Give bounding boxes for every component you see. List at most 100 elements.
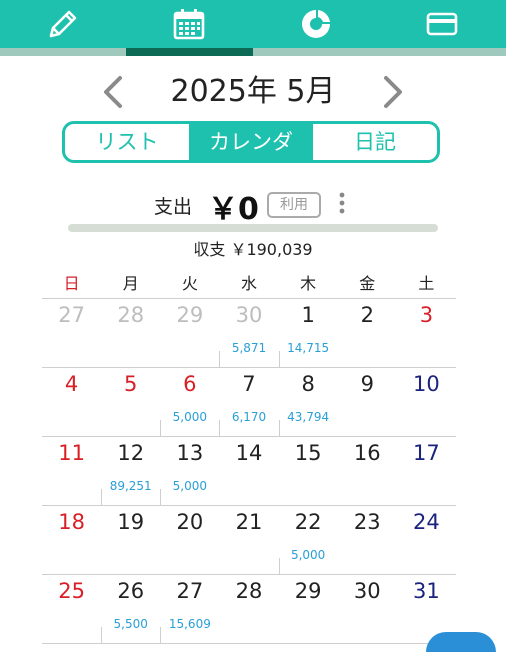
calendar-week: 25 26 5,500 27 15,609 28 29 30 31 xyxy=(42,575,456,644)
day-number: 18 xyxy=(58,510,85,534)
calendar-day-cell[interactable]: 13 5,000 xyxy=(160,437,219,505)
day-number: 31 xyxy=(413,579,440,603)
calendar-day-cell[interactable]: 22 5,000 xyxy=(278,506,338,574)
day-number: 11 xyxy=(58,441,85,465)
day-number: 3 xyxy=(419,303,434,327)
calendar-day-cell[interactable]: 2 xyxy=(338,299,397,367)
weekday-fri: 金 xyxy=(359,274,376,293)
day-number: 29 xyxy=(176,303,204,327)
calendar-week: 27 28 29 30 5,871 1 14,715 2 3 xyxy=(42,299,456,368)
day-number: 25 xyxy=(58,579,85,603)
calendar-day-cell[interactable]: 5 xyxy=(101,368,160,436)
day-number: 12 xyxy=(117,441,145,465)
weekday-sun: 日 xyxy=(63,274,80,293)
active-tab-indicator xyxy=(126,48,253,56)
day-amount: 5,000 xyxy=(172,410,208,424)
day-number: 24 xyxy=(413,510,440,534)
weekday-tue: 火 xyxy=(181,274,198,293)
day-number: 5 xyxy=(124,372,138,396)
day-amount: 6,170 xyxy=(231,410,267,424)
day-number: 28 xyxy=(117,303,145,327)
floating-action-button[interactable] xyxy=(426,632,496,652)
day-number: 1 xyxy=(301,303,315,327)
calendar-day-cell[interactable]: 19 xyxy=(101,506,160,574)
day-number: 22 xyxy=(294,510,322,534)
pencil-icon[interactable] xyxy=(43,4,83,44)
calendar-day-cell[interactable]: 29 xyxy=(160,299,219,367)
use-badge[interactable]: 利用 xyxy=(267,192,321,218)
calendar-day-cell[interactable]: 8 43,794 xyxy=(278,368,338,436)
day-amount: 43,794 xyxy=(287,410,330,424)
day-amount: 5,871 xyxy=(231,341,267,355)
calendar-day-cell[interactable]: 15 xyxy=(279,437,338,505)
day-number: 4 xyxy=(64,372,79,396)
day-number: 7 xyxy=(242,372,256,396)
calendar-day-cell[interactable]: 12 89,251 xyxy=(101,437,160,505)
day-number: 15 xyxy=(294,441,322,465)
pie-chart-icon[interactable] xyxy=(296,4,336,44)
weekday-mon: 月 xyxy=(122,274,139,293)
tab-calendar[interactable]: カレンダ xyxy=(189,124,313,160)
calendar-day-cell[interactable]: 17 xyxy=(397,437,456,505)
month-label: 2025年 5月 xyxy=(170,74,336,109)
day-number: 23 xyxy=(353,510,381,534)
weekday-header: 日 月 火 水 木 金 土 xyxy=(42,270,456,299)
card-icon[interactable] xyxy=(422,4,462,44)
calendar-day-cell[interactable]: 11 xyxy=(42,437,101,505)
day-number: 30 xyxy=(353,579,381,603)
balance-text: 収支 ￥190,039 xyxy=(193,240,313,259)
calendar-week: 18 19 20 21 22 5,000 23 24 xyxy=(42,506,456,575)
day-number: 8 xyxy=(301,372,315,396)
calendar-day-cell[interactable]: 1 14,715 xyxy=(278,299,338,367)
calendar-day-cell[interactable]: 27 xyxy=(42,299,101,367)
calendar-day-cell[interactable]: 10 xyxy=(397,368,456,436)
calendar-day-cell[interactable]: 30 5,871 xyxy=(219,299,278,367)
calendar-day-cell[interactable]: 23 xyxy=(338,506,397,574)
more-vert-icon[interactable] xyxy=(334,190,350,216)
day-number: 19 xyxy=(117,510,145,534)
day-number: 10 xyxy=(413,372,440,396)
day-number: 28 xyxy=(235,579,263,603)
day-amount: 5,000 xyxy=(172,479,208,493)
calendar-day-cell[interactable]: 16 xyxy=(338,437,397,505)
day-number: 2 xyxy=(360,303,374,327)
tab-diary[interactable]: 日記 xyxy=(313,124,437,160)
calendar-day-cell[interactable]: 24 xyxy=(397,506,456,574)
calendar-week: 4 5 6 5,000 7 6,170 8 43,794 9 10 xyxy=(42,368,456,437)
chevron-right-icon[interactable] xyxy=(372,72,412,112)
calendar-day-cell[interactable]: 14 xyxy=(219,437,278,505)
day-number: 26 xyxy=(117,579,145,603)
calendar-day-cell[interactable]: 6 5,000 xyxy=(160,368,219,436)
day-amount: 5,500 xyxy=(113,617,148,631)
calendar-day-cell[interactable]: 27 15,609 xyxy=(160,575,219,643)
calendar-day-cell[interactable]: 3 xyxy=(397,299,456,367)
calendar-day-cell[interactable]: 29 xyxy=(279,575,338,643)
tab-list[interactable]: リスト xyxy=(65,124,189,160)
day-number: 21 xyxy=(235,510,263,534)
calendar-day-cell[interactable]: 30 xyxy=(338,575,397,643)
expense-label: 支出 xyxy=(154,196,193,218)
calendar-grid: 日 月 火 水 木 金 土 27 28 29 30 5,871 1 14,715 2 3 4 5 6 5… xyxy=(42,270,456,644)
calendar-day-cell[interactable]: 28 xyxy=(219,575,278,643)
day-number: 16 xyxy=(353,441,381,465)
calendar-day-cell[interactable]: 20 xyxy=(160,506,219,574)
day-number: 13 xyxy=(176,441,204,465)
day-number: 17 xyxy=(413,441,440,465)
calendar-day-cell[interactable]: 9 xyxy=(338,368,397,436)
calendar-icon[interactable] xyxy=(169,4,209,44)
day-number: 27 xyxy=(176,579,204,603)
calendar-day-cell[interactable]: 26 5,500 xyxy=(101,575,160,643)
calendar-day-cell[interactable]: 7 6,170 xyxy=(219,368,278,436)
weekday-thu: 木 xyxy=(300,274,317,293)
day-number: 6 xyxy=(183,372,197,396)
calendar-day-cell[interactable]: 25 xyxy=(42,575,101,643)
calendar-day-cell[interactable]: 18 xyxy=(42,506,101,574)
budget-progress-bar xyxy=(68,224,438,232)
calendar-week: 11 12 89,251 13 5,000 14 15 16 17 xyxy=(42,437,456,506)
calendar-day-cell[interactable]: 28 xyxy=(101,299,160,367)
calendar-day-cell[interactable]: 4 xyxy=(42,368,101,436)
calendar-day-cell[interactable]: 21 xyxy=(219,506,278,574)
day-amount: 15,609 xyxy=(168,617,211,631)
day-amount: 14,715 xyxy=(287,341,330,355)
tab-indicator-track xyxy=(0,48,506,56)
